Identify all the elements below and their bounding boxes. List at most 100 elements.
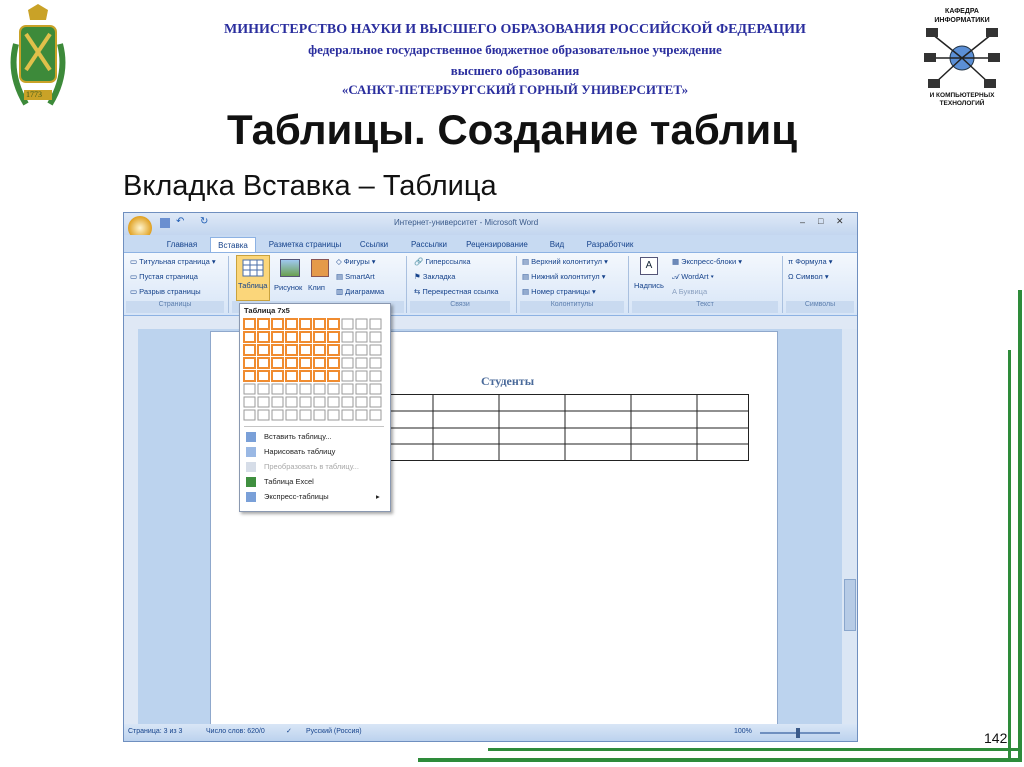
grid-cell-selected[interactable] (243, 357, 256, 369)
grid-cell[interactable] (341, 344, 354, 356)
equation-button[interactable]: π Формула ▾ (788, 257, 833, 266)
maximize-button[interactable]: □ (818, 216, 823, 226)
vertical-scrollbar[interactable] (842, 329, 857, 724)
table-button[interactable]: Таблица (236, 255, 270, 301)
grid-cell-selected[interactable] (257, 344, 270, 356)
grid-cell-selected[interactable] (327, 331, 340, 343)
grid-cell-selected[interactable] (327, 344, 340, 356)
grid-cell-selected[interactable] (299, 318, 312, 330)
spellcheck-icon[interactable]: ✓ (286, 727, 292, 735)
grid-cell[interactable] (313, 396, 326, 408)
grid-cell-selected[interactable] (257, 331, 270, 343)
grid-cell[interactable] (369, 370, 382, 382)
tab-page-layout[interactable]: Разметка страницы (260, 237, 350, 252)
tab-view[interactable]: Вид (542, 237, 572, 252)
grid-cell-selected[interactable] (257, 357, 270, 369)
menu-convert-to-table[interactable]: Преобразовать в таблицу... (244, 460, 384, 474)
picture-button[interactable]: Рисунок (274, 259, 304, 299)
menu-quick-tables[interactable]: Экспресс-таблицы ▸ (244, 490, 384, 504)
page-break-button[interactable]: ▭ Разрыв страницы (130, 287, 201, 296)
bookmark-button[interactable]: ⚑ Закладка (414, 272, 455, 281)
hyperlink-button[interactable]: 🔗 Гиперссылка (414, 257, 471, 266)
zoom-slider-thumb[interactable] (796, 728, 800, 738)
grid-cell[interactable] (341, 409, 354, 421)
status-zoom[interactable]: 100% (734, 728, 752, 735)
grid-cell[interactable] (341, 331, 354, 343)
menu-draw-table[interactable]: Нарисовать таблицу (244, 445, 384, 459)
tab-developer[interactable]: Разработчик (580, 237, 640, 252)
tab-review[interactable]: Рецензирование (462, 237, 532, 252)
grid-cell[interactable] (341, 357, 354, 369)
grid-cell-selected[interactable] (285, 344, 298, 356)
cross-reference-button[interactable]: ⇆ Перекрестная ссылка (414, 287, 498, 296)
chart-button[interactable]: ▥ Диаграмма (336, 287, 384, 296)
grid-cell[interactable] (257, 383, 270, 395)
grid-cell-selected[interactable] (327, 318, 340, 330)
grid-cell[interactable] (243, 409, 256, 421)
zoom-slider[interactable] (760, 732, 840, 734)
grid-cell[interactable] (313, 409, 326, 421)
tab-insert[interactable]: Вставка (210, 237, 256, 253)
grid-cell[interactable] (285, 396, 298, 408)
status-words[interactable]: Число слов: 620/0 (206, 728, 265, 735)
grid-cell[interactable] (243, 383, 256, 395)
textbox-button[interactable]: A Надпись (634, 257, 664, 299)
grid-cell-selected[interactable] (299, 357, 312, 369)
save-icon[interactable] (160, 218, 170, 228)
grid-cell[interactable] (341, 396, 354, 408)
grid-cell-selected[interactable] (271, 357, 284, 369)
grid-cell[interactable] (341, 318, 354, 330)
tab-references[interactable]: Ссылки (354, 237, 394, 252)
grid-cell[interactable] (341, 383, 354, 395)
undo-icon[interactable]: ↶ (176, 216, 184, 227)
tab-mailings[interactable]: Рассылки (404, 237, 454, 252)
grid-cell[interactable] (355, 370, 368, 382)
grid-cell[interactable] (355, 344, 368, 356)
cover-page-button[interactable]: ▭ Титульная страница ▾ (130, 257, 216, 266)
tab-home[interactable]: Главная (159, 237, 205, 252)
grid-cell[interactable] (299, 409, 312, 421)
grid-cell-selected[interactable] (313, 357, 326, 369)
shapes-button[interactable]: ◇ Фигуры ▾ (336, 257, 376, 266)
grid-cell-selected[interactable] (285, 318, 298, 330)
grid-cell[interactable] (355, 357, 368, 369)
status-language[interactable]: Русский (Россия) (306, 728, 362, 735)
grid-cell-selected[interactable] (285, 331, 298, 343)
grid-cell-selected[interactable] (243, 331, 256, 343)
grid-cell-selected[interactable] (299, 344, 312, 356)
footer-button[interactable]: ▤ Нижний колонтитул ▾ (522, 272, 606, 281)
grid-cell[interactable] (257, 396, 270, 408)
menu-excel-table[interactable]: Таблица Excel (244, 475, 384, 489)
grid-cell[interactable] (369, 383, 382, 395)
menu-insert-table[interactable]: Вставить таблицу... (244, 430, 384, 444)
grid-cell[interactable] (285, 409, 298, 421)
grid-cell[interactable] (341, 370, 354, 382)
grid-cell[interactable] (257, 409, 270, 421)
grid-cell[interactable] (327, 383, 340, 395)
quickparts-button[interactable]: ▦ Экспресс-блоки ▾ (672, 257, 742, 266)
grid-cell[interactable] (243, 396, 256, 408)
grid-cell[interactable] (369, 357, 382, 369)
grid-cell-selected[interactable] (243, 318, 256, 330)
blank-page-button[interactable]: ▭ Пустая страница (130, 272, 198, 281)
grid-cell[interactable] (355, 383, 368, 395)
wordart-button[interactable]: 𝒜 WordArt ▾ (672, 272, 714, 282)
grid-cell-selected[interactable] (327, 370, 340, 382)
grid-cell[interactable] (369, 409, 382, 421)
grid-cell[interactable] (355, 396, 368, 408)
clipart-button[interactable]: Клип (308, 259, 330, 299)
grid-cell-selected[interactable] (257, 370, 270, 382)
grid-cell-selected[interactable] (299, 370, 312, 382)
grid-cell[interactable] (369, 396, 382, 408)
smartart-button[interactable]: ▤ SmartArt (336, 272, 375, 281)
grid-cell[interactable] (313, 383, 326, 395)
grid-cell-selected[interactable] (271, 370, 284, 382)
page-number-button[interactable]: ▤ Номер страницы ▾ (522, 287, 596, 296)
grid-cell[interactable] (369, 318, 382, 330)
grid-cell-selected[interactable] (271, 318, 284, 330)
symbol-button[interactable]: Ω Символ ▾ (788, 272, 829, 281)
grid-cell-selected[interactable] (313, 370, 326, 382)
status-page[interactable]: Страница: 3 из 3 (128, 728, 182, 735)
close-button[interactable]: ✕ (836, 216, 844, 227)
grid-cell[interactable] (369, 344, 382, 356)
